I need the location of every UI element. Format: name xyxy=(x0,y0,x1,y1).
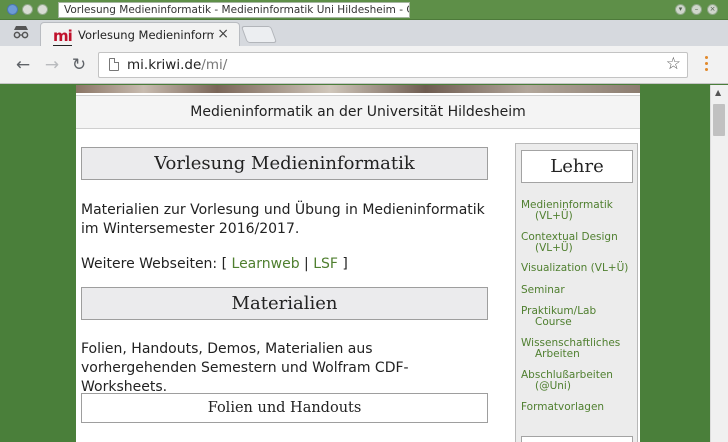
page-viewport: Medieninformatik an der Universität Hild… xyxy=(0,85,710,442)
reload-icon[interactable]: ↻ xyxy=(68,54,90,76)
sidebar-item-wissenschaftliches-arbeiten[interactable]: Wissenschaftliches Arbeiten xyxy=(521,338,633,360)
sidebar: Lehre Medieninformatik (VL+Ü) Contextual … xyxy=(515,143,638,442)
tab-close-icon[interactable]: × xyxy=(217,26,229,42)
window-minimize-left-icon[interactable] xyxy=(22,4,33,15)
browser-toolbar: ← → ↻ mi.kriwi.de/mi/ ☆ xyxy=(0,46,728,84)
scroll-up-icon[interactable]: ▲ xyxy=(715,88,721,97)
url-text[interactable]: mi.kriwi.de/mi/ xyxy=(127,57,227,73)
links-prefix: Weitere Webseiten: [ xyxy=(81,256,232,272)
vertical-scrollbar[interactable]: ▲ xyxy=(710,85,728,442)
links-suffix: ] xyxy=(337,256,348,272)
window-titlebar: Vorlesung Medieninformatik - Medieninfor… xyxy=(0,0,728,20)
browser-menu-icon[interactable] xyxy=(701,56,711,74)
sidebar-title: Lehre xyxy=(521,150,633,183)
header-banner-image xyxy=(76,85,640,93)
url-path: /mi/ xyxy=(201,57,228,73)
window-minimize-icon[interactable]: – xyxy=(691,4,702,15)
sidebar-item-seminar[interactable]: Seminar xyxy=(521,285,633,296)
new-tab-button[interactable] xyxy=(240,26,278,43)
window-title: Vorlesung Medieninformatik - Medieninfor… xyxy=(58,2,410,18)
window-controls: ▾ – × xyxy=(675,4,718,15)
url-host: mi.kriwi.de xyxy=(127,57,202,73)
tab-label: Vorlesung Medieninformat xyxy=(78,28,214,42)
page-content: Medieninformatik an der Universität Hild… xyxy=(76,85,640,442)
links-line: Weitere Webseiten: [ Learnweb | LSF ] xyxy=(81,255,489,274)
sidebar-item-visualization[interactable]: Visualization (VL+Ü) xyxy=(521,263,633,274)
sidebar-item-praktikum[interactable]: Praktikum/Lab Course xyxy=(521,306,633,328)
intro-text: Materialien zur Vorlesung und Übung in M… xyxy=(81,202,485,237)
page-title: Vorlesung Medieninformatik xyxy=(81,147,488,180)
window-shade-icon[interactable]: ▾ xyxy=(675,4,686,15)
lsf-link[interactable]: LSF xyxy=(313,256,338,272)
back-arrow-icon[interactable]: ← xyxy=(12,54,34,76)
sidebar-item-formatvorlagen[interactable]: Formatvorlagen xyxy=(521,402,633,413)
page-info-icon[interactable] xyxy=(109,58,119,71)
window-menu-icon[interactable] xyxy=(7,4,18,15)
address-bar[interactable]: mi.kriwi.de/mi/ ☆ xyxy=(98,52,688,78)
window-pin-icon[interactable] xyxy=(37,4,48,15)
mi-favicon-icon: mi xyxy=(53,27,73,47)
scrollbar-thumb[interactable] xyxy=(713,104,725,136)
forward-arrow-icon[interactable]: → xyxy=(41,54,63,76)
window-menu-controls xyxy=(7,4,48,15)
bookmark-star-icon[interactable]: ☆ xyxy=(666,54,681,74)
links-separator: | xyxy=(299,256,314,272)
materialien-text: Folien, Handouts, Demos, Materialien aus… xyxy=(81,341,409,395)
tab-vorlesung[interactable]: mi Vorlesung Medieninformat × xyxy=(40,22,240,48)
learnweb-link[interactable]: Learnweb xyxy=(232,256,300,272)
sidebar-item-abschlussarbeiten[interactable]: Abschlußarbeiten (@Uni) xyxy=(521,370,633,392)
sidebar-next-box xyxy=(521,436,633,442)
window-close-icon[interactable]: × xyxy=(707,4,718,15)
incognito-icon xyxy=(10,24,32,42)
subsection-heading-folien: Folien und Handouts xyxy=(81,393,488,423)
sidebar-item-contextual-design[interactable]: Contextual Design (VL+Ü) xyxy=(521,232,633,254)
tab-strip: mi Vorlesung Medieninformat × xyxy=(0,20,728,48)
sidebar-item-medieninformatik[interactable]: Medieninformatik (VL+Ü) xyxy=(521,200,633,222)
site-header: Medieninformatik an der Universität Hild… xyxy=(76,95,640,129)
section-heading-materialien: Materialien xyxy=(81,287,488,320)
